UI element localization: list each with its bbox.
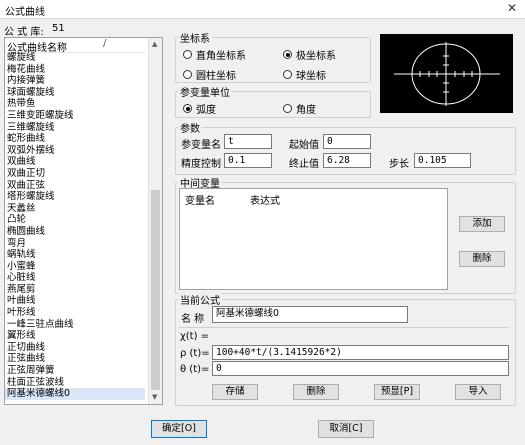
precision-input[interactable]: 0.1 xyxy=(224,153,272,168)
radio-cartesian-dot[interactable] xyxy=(183,50,192,59)
start-value-input[interactable]: 0 xyxy=(323,134,371,149)
list-scrollbar[interactable]: ▲ ▼ xyxy=(148,38,162,404)
list-item[interactable]: 小蜜蜂 xyxy=(5,261,145,273)
radio-cylindrical[interactable]: 圆柱坐标 xyxy=(183,67,236,82)
list-item[interactable]: 三维螺旋线 xyxy=(5,122,145,134)
list-item[interactable]: 天蠡丝 xyxy=(5,203,145,215)
param-unit-title: 参变量单位 xyxy=(178,84,232,99)
list-items: 螺旋线 梅花曲线 内接弹簧 球面螺旋线 热带鱼 三维变距螺旋线 三维螺旋线 蛇形曲线 双弧外摆线… xyxy=(5,52,145,400)
delete-variable-button[interactable]: 删除 xyxy=(459,251,505,267)
list-item[interactable]: 凸轮 xyxy=(5,214,145,226)
add-variable-button[interactable]: 添加 xyxy=(459,216,505,232)
list-item[interactable]: 叶形线 xyxy=(5,307,145,319)
list-item[interactable]: 球面螺旋线 xyxy=(5,87,145,99)
list-item[interactable]: 阿基米德螺线0 xyxy=(5,388,145,400)
list-item[interactable]: 梅花曲线 xyxy=(5,64,145,76)
list-item[interactable]: 心脏线 xyxy=(5,272,145,284)
store-button[interactable]: 存储 xyxy=(212,384,258,400)
list-item[interactable]: 正弦周弹簧 xyxy=(5,365,145,377)
curve-preview-graphic xyxy=(394,42,500,106)
theta-func-input[interactable]: 0 xyxy=(212,361,509,376)
list-item[interactable]: 双弧外摆线 xyxy=(5,145,145,157)
list-item[interactable]: 塔形螺旋线 xyxy=(5,191,145,203)
list-item[interactable]: 正切曲线 xyxy=(5,342,145,354)
var-name-input[interactable]: t xyxy=(224,134,272,149)
radio-degree-dot[interactable] xyxy=(283,104,292,113)
scroll-thumb[interactable] xyxy=(151,190,160,390)
step-label: 步长 xyxy=(389,159,409,170)
intermediate-table[interactable]: 变量名 表达式 xyxy=(179,188,448,290)
list-item[interactable]: 内接弹簧 xyxy=(5,75,145,87)
formula-list[interactable]: 公式曲线名称 / 螺旋线 梅花曲线 内接弹簧 球面螺旋线 热带鱼 三维变距螺旋线 三维螺旋线… xyxy=(4,37,163,405)
list-item[interactable]: 热带鱼 xyxy=(5,98,145,110)
library-count: 51 xyxy=(52,23,65,34)
list-item[interactable]: 叶曲线 xyxy=(5,295,145,307)
radio-radian[interactable]: 弧度 xyxy=(183,101,216,116)
preview-button[interactable]: 预显[P] xyxy=(374,384,420,400)
import-button[interactable]: 导入 xyxy=(455,384,501,400)
radio-cartesian-label: 直角坐标系 xyxy=(196,51,246,62)
radio-polar[interactable]: 极坐标系 xyxy=(283,47,336,62)
end-value-label: 终止值 xyxy=(289,159,319,170)
list-item[interactable]: 双曲线 xyxy=(5,156,145,168)
radio-radian-label: 弧度 xyxy=(196,105,216,116)
scroll-up-icon[interactable]: ▲ xyxy=(152,40,157,48)
radio-cylindrical-label: 圆柱坐标 xyxy=(196,71,236,82)
formula-name-label: 名 称 xyxy=(181,314,205,325)
rho-func-input[interactable]: 100+40*t/(3.1415926*2) xyxy=(212,345,509,360)
window-title: 公式曲线 xyxy=(5,7,45,18)
list-item[interactable]: 三维变距螺旋线 xyxy=(5,110,145,122)
rho-func-label: ρ (t)= xyxy=(180,348,210,359)
radio-spherical-label: 球坐标 xyxy=(296,71,326,82)
radio-polar-dot[interactable] xyxy=(283,50,292,59)
radio-spherical[interactable]: 球坐标 xyxy=(283,67,326,82)
end-value-input[interactable]: 6.28 xyxy=(323,153,371,168)
sort-indicator-icon: / xyxy=(103,38,107,49)
var-name-label: 参变量名 xyxy=(181,140,221,151)
list-item[interactable]: 一峰三驻点曲线 xyxy=(5,319,145,331)
list-item[interactable]: 弯月 xyxy=(5,238,145,250)
radio-degree-label: 角度 xyxy=(296,105,316,116)
start-value-label: 起始值 xyxy=(289,140,319,151)
list-item[interactable]: 螺旋线 xyxy=(5,52,145,64)
x-func-label: χ(t) = xyxy=(180,331,210,342)
title-bar: 公式曲线 ✕ xyxy=(0,0,525,19)
formula-divider xyxy=(179,327,509,328)
radio-polar-label: 极坐标系 xyxy=(296,51,336,62)
radio-cartesian[interactable]: 直角坐标系 xyxy=(183,47,246,62)
radio-radian-dot[interactable] xyxy=(183,104,192,113)
params-title: 参数 xyxy=(178,120,202,135)
list-item[interactable]: 柱面正弦波线 xyxy=(5,377,145,389)
list-item[interactable]: 蜗轨线 xyxy=(5,249,145,261)
scroll-down-icon[interactable]: ▼ xyxy=(152,393,157,401)
formula-name-input[interactable]: 阿基米德螺线0 xyxy=(212,306,408,323)
radio-cylindrical-dot[interactable] xyxy=(183,70,192,79)
coord-system-title: 坐标系 xyxy=(178,30,212,45)
list-column-header[interactable]: 公式曲线名称 / xyxy=(5,38,145,54)
current-formula-title: 当前公式 xyxy=(178,292,222,307)
list-item[interactable]: 双曲正弦 xyxy=(5,180,145,192)
ok-button[interactable]: 确定[O] xyxy=(151,420,207,438)
list-item[interactable]: 燕尾剪 xyxy=(5,284,145,296)
step-input[interactable]: 0.105 xyxy=(414,153,471,168)
library-count-label: 公 式 库: xyxy=(4,27,44,38)
list-item[interactable]: 蛇形曲线 xyxy=(5,133,145,145)
list-item[interactable]: 翼形线 xyxy=(5,330,145,342)
radio-spherical-dot[interactable] xyxy=(283,70,292,79)
curve-preview xyxy=(380,34,513,113)
list-item[interactable]: 椭圆曲线 xyxy=(5,226,145,238)
close-icon[interactable]: ✕ xyxy=(507,1,517,15)
cancel-button[interactable]: 取消[C] xyxy=(318,420,374,438)
theta-func-label: θ (t)= xyxy=(180,364,210,375)
precision-label: 精度控制 xyxy=(181,159,221,170)
delete-formula-button[interactable]: 删除 xyxy=(293,384,339,400)
radio-degree[interactable]: 角度 xyxy=(283,101,316,116)
col-var-name[interactable]: 变量名 xyxy=(185,192,215,207)
list-item[interactable]: 双曲正切 xyxy=(5,168,145,180)
col-expression[interactable]: 表达式 xyxy=(250,192,280,207)
list-item[interactable]: 正弦曲线 xyxy=(5,353,145,365)
